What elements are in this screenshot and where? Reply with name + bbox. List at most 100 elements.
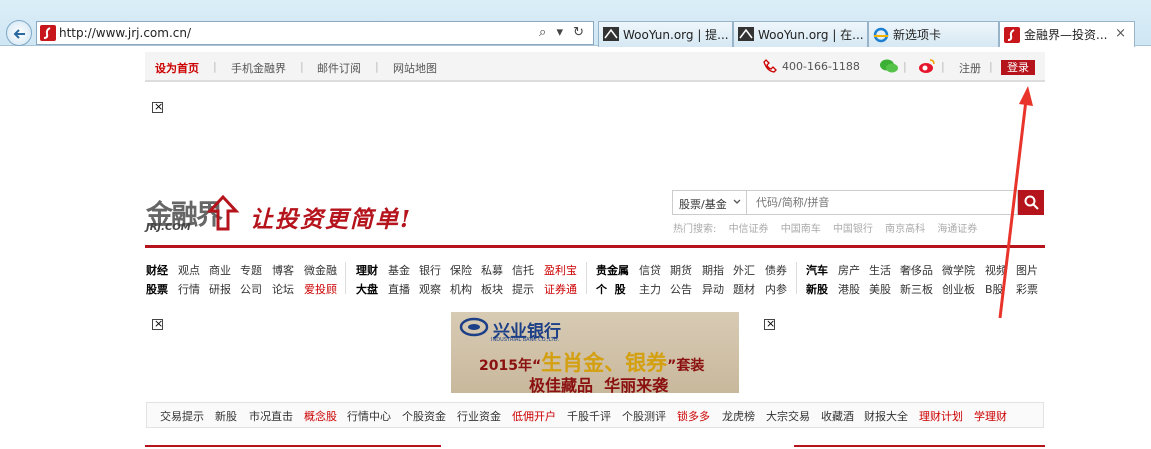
nav-item[interactable]: 微学院 xyxy=(942,262,975,278)
nav-item[interactable]: 房产 xyxy=(838,262,860,278)
search-button[interactable] xyxy=(1018,190,1044,215)
nav-item[interactable]: 题材 xyxy=(733,281,755,297)
quick-link[interactable]: 个股测评 xyxy=(622,408,666,424)
quick-link[interactable]: 行业资金 xyxy=(457,408,501,424)
phone-icon xyxy=(763,59,777,73)
nav-item[interactable]: 创业板 xyxy=(942,281,975,297)
quick-link[interactable]: 理财计划 xyxy=(919,408,963,424)
nav-item[interactable]: 个 股 xyxy=(596,281,626,297)
nav-item[interactable]: 专题 xyxy=(240,262,262,278)
register-link[interactable]: 注册 xyxy=(959,60,981,76)
quick-link[interactable]: 行情中心 xyxy=(347,408,391,424)
tab-wooyun-2[interactable]: WooYun.org | 在... xyxy=(733,21,868,47)
nav-item[interactable]: B股 xyxy=(985,281,1004,297)
nav-item[interactable]: 新股 xyxy=(806,281,828,297)
nav-item[interactable]: 研报 xyxy=(209,281,231,297)
nav-item[interactable]: 信贷 xyxy=(639,262,661,278)
back-button[interactable] xyxy=(6,20,32,46)
hot-search-item[interactable]: 南京高科 xyxy=(885,224,925,235)
nav-item[interactable]: 银行 xyxy=(419,262,441,278)
nav-item[interactable]: 公告 xyxy=(670,281,692,297)
broken-image-icon xyxy=(152,317,163,330)
quick-link[interactable]: 低佣开户 xyxy=(512,408,556,424)
nav-item[interactable]: 贵金属 xyxy=(596,262,629,278)
banner-line-1-suffix: ”套装 xyxy=(667,358,705,374)
nav-item[interactable]: 期货 xyxy=(670,262,692,278)
hot-search-item[interactable]: 中国南车 xyxy=(781,224,821,235)
nav-item[interactable]: 内参 xyxy=(765,281,787,297)
nav-item[interactable]: 板块 xyxy=(481,281,503,297)
nav-item[interactable]: 奢侈品 xyxy=(900,262,933,278)
nav-item[interactable]: 直播 xyxy=(388,281,410,297)
quick-link[interactable]: 大宗交易 xyxy=(766,408,810,424)
login-button[interactable]: 登录 xyxy=(1001,60,1035,75)
quick-link[interactable]: 千股千评 xyxy=(567,408,611,424)
cib-banner-ad[interactable]: 兴业银行 INDUSTRIAL BANK CO.,LTD. 2015年“生肖金、… xyxy=(451,312,739,393)
quick-link[interactable]: 财报大全 xyxy=(864,408,908,424)
tab-jrj-active[interactable]: 金融界—投资... × xyxy=(999,21,1135,47)
nav-item[interactable]: 外汇 xyxy=(733,262,755,278)
quick-link[interactable]: 个股资金 xyxy=(402,408,446,424)
nav-item[interactable]: 新三板 xyxy=(900,281,933,297)
nav-item[interactable]: 异动 xyxy=(702,281,724,297)
nav-item[interactable]: 期指 xyxy=(702,262,724,278)
nav-item[interactable]: 证券通 xyxy=(544,281,577,297)
nav-item[interactable]: 商业 xyxy=(209,262,231,278)
nav-item[interactable]: 基金 xyxy=(388,262,410,278)
hot-search-item[interactable]: 海通证券 xyxy=(937,224,977,235)
nav-item[interactable]: 微金融 xyxy=(304,262,337,278)
close-tab-icon[interactable]: × xyxy=(1115,26,1126,41)
quick-link[interactable]: 学理财 xyxy=(974,408,1007,424)
sitemap-link[interactable]: 网站地图 xyxy=(393,60,437,76)
search-input[interactable] xyxy=(748,191,1016,214)
quick-link[interactable]: 收藏酒 xyxy=(821,408,854,424)
weibo-icon[interactable] xyxy=(918,58,936,74)
jrj-logo[interactable]: 金融界 JRJ.COM xyxy=(146,193,240,233)
nav-item[interactable]: 论坛 xyxy=(272,281,294,297)
nav-item[interactable]: 盈利宝 xyxy=(544,262,577,278)
nav-item[interactable]: 私募 xyxy=(481,262,503,278)
nav-item[interactable]: 彩票 xyxy=(1016,281,1038,297)
nav-item[interactable]: 行情 xyxy=(178,281,200,297)
quick-link[interactable]: 新股 xyxy=(215,408,237,424)
url-text: http://www.jrj.com.cn/ xyxy=(59,26,192,40)
mail-subscribe-link[interactable]: 邮件订阅 xyxy=(317,60,361,76)
nav-item[interactable]: 港股 xyxy=(838,281,860,297)
quick-link[interactable]: 锁多多 xyxy=(677,408,710,424)
nav-item[interactable]: 汽车 xyxy=(806,262,828,278)
nav-item[interactable]: 大盘 xyxy=(356,281,378,297)
nav-item[interactable]: 股票 xyxy=(146,281,168,297)
nav-item[interactable]: 观察 xyxy=(419,281,441,297)
hot-search-item[interactable]: 中国银行 xyxy=(833,224,873,235)
nav-item[interactable]: 债券 xyxy=(765,262,787,278)
search-category-select[interactable]: 股票/基金 xyxy=(673,191,747,214)
mobile-jrj-link[interactable]: 手机金融界 xyxy=(231,60,286,76)
nav-item[interactable]: 提示 xyxy=(512,281,534,297)
nav-item[interactable]: 财经 xyxy=(146,262,168,278)
nav-item[interactable]: 公司 xyxy=(240,281,262,297)
quick-link[interactable]: 龙虎榜 xyxy=(722,408,755,424)
nav-item[interactable]: 爱投顾 xyxy=(304,281,337,297)
logo-arrow-icon xyxy=(206,195,240,231)
nav-item[interactable]: 主力 xyxy=(639,281,661,297)
tab-new[interactable]: 新选项卡 xyxy=(868,21,999,47)
quick-link[interactable]: 交易提示 xyxy=(160,408,204,424)
nav-item[interactable]: 理财 xyxy=(356,262,378,278)
quick-link[interactable]: 市况直击 xyxy=(249,408,293,424)
nav-item[interactable]: 图片 xyxy=(1016,262,1038,278)
nav-item[interactable]: 观点 xyxy=(178,262,200,278)
nav-item[interactable]: 生活 xyxy=(869,262,891,278)
address-tools[interactable]: ⌕ ▾ ↻ xyxy=(539,25,587,40)
nav-item[interactable]: 保险 xyxy=(450,262,472,278)
hot-search-item[interactable]: 中信证券 xyxy=(729,224,769,235)
nav-item[interactable]: 美股 xyxy=(869,281,891,297)
set-homepage-link[interactable]: 设为首页 xyxy=(155,60,199,76)
tab-wooyun-1[interactable]: WooYun.org | 提... xyxy=(598,21,733,47)
quick-link[interactable]: 概念股 xyxy=(304,408,337,424)
nav-item[interactable]: 机构 xyxy=(450,281,472,297)
nav-item[interactable]: 博客 xyxy=(272,262,294,278)
wechat-icon[interactable] xyxy=(879,58,899,74)
address-bar[interactable]: http://www.jrj.com.cn/ ⌕ ▾ ↻ xyxy=(36,21,594,45)
nav-item[interactable]: 视频 xyxy=(985,262,1007,278)
nav-item[interactable]: 信托 xyxy=(512,262,534,278)
